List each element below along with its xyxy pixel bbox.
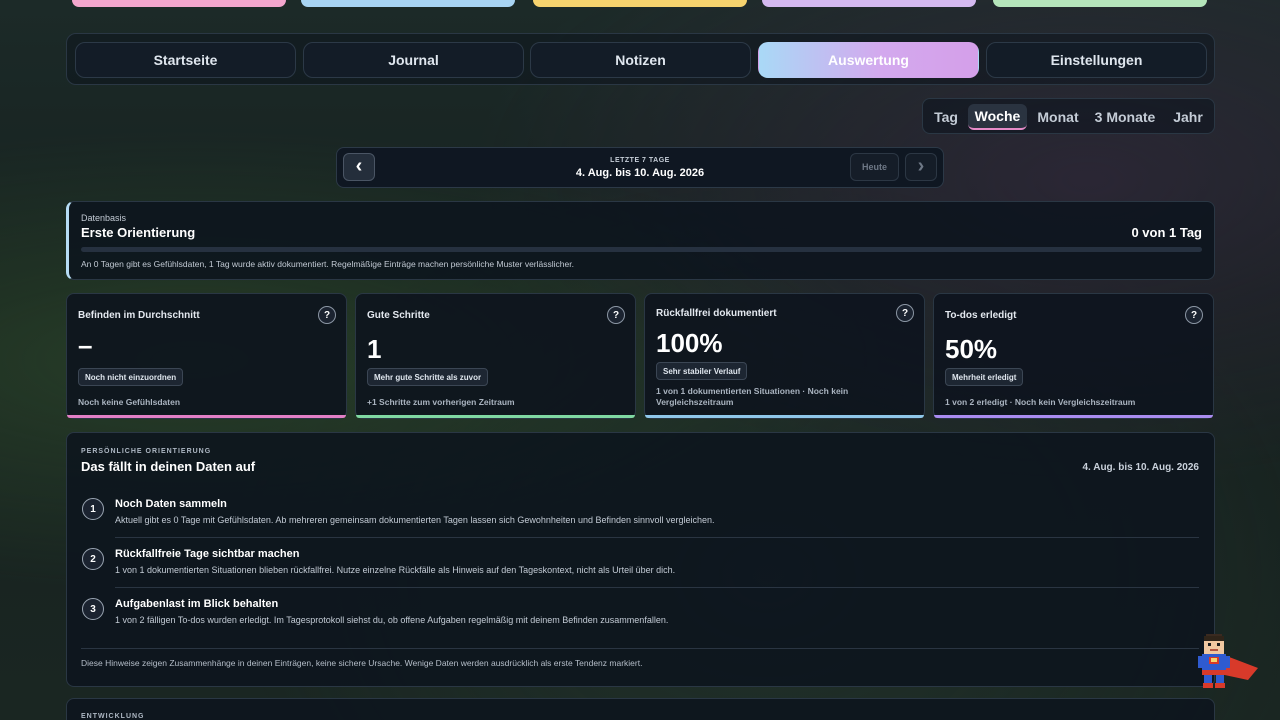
range-tag[interactable]: Tag bbox=[929, 104, 963, 130]
kpi-footnote: +1 Schritte zum vorherigen Zeitraum bbox=[367, 397, 515, 407]
insight-text: 1 von 1 dokumentierten Situationen blieb… bbox=[115, 565, 676, 575]
kpi-title: To-dos erledigt bbox=[945, 310, 1017, 321]
help-icon[interactable]: ? bbox=[1185, 306, 1203, 324]
kpi-value: 100% bbox=[656, 328, 723, 358]
insight-number: 1 bbox=[82, 498, 104, 520]
kpi-value: – bbox=[78, 330, 93, 360]
help-icon[interactable]: ? bbox=[318, 306, 336, 324]
kpi-title: Rückfallfrei dokumentiert bbox=[656, 308, 777, 319]
kpi-footnote: 1 von 2 erledigt · Noch kein Vergleichsz… bbox=[945, 397, 1136, 407]
kpi-card-rueckfallfrei: Rückfallfrei dokumentiert ? 100% Sehr st… bbox=[644, 293, 925, 419]
database-card: Datenbasis Erste Orientierung 0 von 1 Ta… bbox=[66, 201, 1215, 280]
main-navigation: Startseite Journal Notizen Auswertung Ei… bbox=[66, 33, 1215, 85]
divider bbox=[115, 537, 1199, 538]
range-woche[interactable]: Woche bbox=[968, 104, 1027, 130]
today-button[interactable]: Heute bbox=[850, 153, 899, 181]
range-monat[interactable]: Monat bbox=[1033, 104, 1083, 130]
insight-title: Rückfallfreie Tage sichtbar machen bbox=[115, 548, 300, 560]
help-icon[interactable]: ? bbox=[896, 304, 914, 322]
insight-text: 1 von 2 fälligen To-dos wurden erledigt.… bbox=[115, 615, 669, 625]
kpi-accent-bar bbox=[645, 415, 924, 418]
insights-eyebrow: PERSÖNLICHE ORIENTIERUNG bbox=[81, 448, 212, 455]
kpi-badge: Mehrheit erledigt bbox=[945, 368, 1024, 386]
insight-number: 2 bbox=[82, 548, 104, 570]
kpi-title: Gute Schritte bbox=[367, 310, 430, 321]
tab-notizen[interactable]: Notizen bbox=[530, 42, 751, 78]
kpi-value: 1 bbox=[367, 334, 382, 364]
database-label: Datenbasis bbox=[81, 213, 127, 223]
tab-einstellungen[interactable]: Einstellungen bbox=[986, 42, 1207, 78]
kpi-badge: Sehr stabiler Verlauf bbox=[656, 362, 748, 380]
kpi-accent-bar bbox=[934, 415, 1213, 418]
divider bbox=[115, 587, 1199, 588]
development-panel bbox=[66, 698, 1215, 720]
superhero-mascot-icon[interactable] bbox=[1196, 628, 1260, 690]
insight-title: Noch Daten sammeln bbox=[115, 498, 227, 510]
insight-number: 3 bbox=[82, 598, 104, 620]
kpi-card-todos: To-dos erledigt ? 50% Mehrheit erledigt … bbox=[933, 293, 1214, 419]
database-count: 0 von 1 Tag bbox=[1131, 225, 1202, 240]
insight-text: Aktuell gibt es 0 Tage mit Gefühlsdaten.… bbox=[115, 515, 715, 525]
divider bbox=[81, 648, 1199, 649]
top-card-strip-lilac bbox=[762, 0, 976, 7]
insights-title: Das fällt in deinen Daten auf bbox=[81, 459, 256, 474]
kpi-badge: Mehr gute Schritte als zuvor bbox=[367, 368, 489, 386]
tab-auswertung[interactable]: Auswertung bbox=[758, 42, 979, 78]
kpi-card-befinden: Befinden im Durchschnitt ? – Noch nicht … bbox=[66, 293, 347, 419]
insight-title: Aufgabenlast im Blick behalten bbox=[115, 598, 279, 610]
database-progress-track bbox=[81, 247, 1202, 252]
tab-journal[interactable]: Journal bbox=[303, 42, 524, 78]
kpi-footnote: Noch keine Gefühlsdaten bbox=[78, 397, 181, 407]
database-note: An 0 Tagen gibt es Gefühlsdaten, 1 Tag w… bbox=[81, 259, 574, 269]
kpi-footnote: 1 von 1 dokumentierten Situationen · Noc… bbox=[656, 386, 849, 407]
time-range-selector: Tag Woche Monat 3 Monate Jahr bbox=[922, 98, 1215, 134]
date-navigator: ‹ LETZTE 7 TAGE 4. Aug. bis 10. Aug. 202… bbox=[336, 147, 944, 188]
next-period-button[interactable]: › bbox=[905, 153, 937, 181]
kpi-title: Befinden im Durchschnitt bbox=[78, 310, 200, 321]
range-3-monate[interactable]: 3 Monate bbox=[1091, 104, 1159, 130]
tab-startseite[interactable]: Startseite bbox=[75, 42, 296, 78]
database-title: Erste Orientierung bbox=[81, 225, 196, 240]
chevron-right-icon: › bbox=[917, 154, 925, 177]
kpi-value: 50% bbox=[945, 334, 998, 364]
development-eyebrow: ENTWICKLUNG bbox=[81, 713, 145, 720]
kpi-badge: Noch nicht einzuordnen bbox=[78, 368, 184, 386]
top-card-strip-blue bbox=[301, 0, 515, 7]
top-card-strip-green bbox=[993, 0, 1207, 7]
insights-range: 4. Aug. bis 10. Aug. 2026 bbox=[1082, 462, 1199, 473]
help-icon[interactable]: ? bbox=[607, 306, 625, 324]
range-jahr[interactable]: Jahr bbox=[1167, 104, 1209, 130]
kpi-card-gute-schritte: Gute Schritte ? 1 Mehr gute Schritte als… bbox=[355, 293, 636, 419]
top-card-strip-pink bbox=[72, 0, 286, 7]
kpi-accent-bar bbox=[67, 415, 346, 418]
kpi-accent-bar bbox=[356, 415, 635, 418]
insights-footnote: Diese Hinweise zeigen Zusammenhänge in d… bbox=[81, 658, 643, 668]
top-card-strip-yellow bbox=[533, 0, 747, 7]
